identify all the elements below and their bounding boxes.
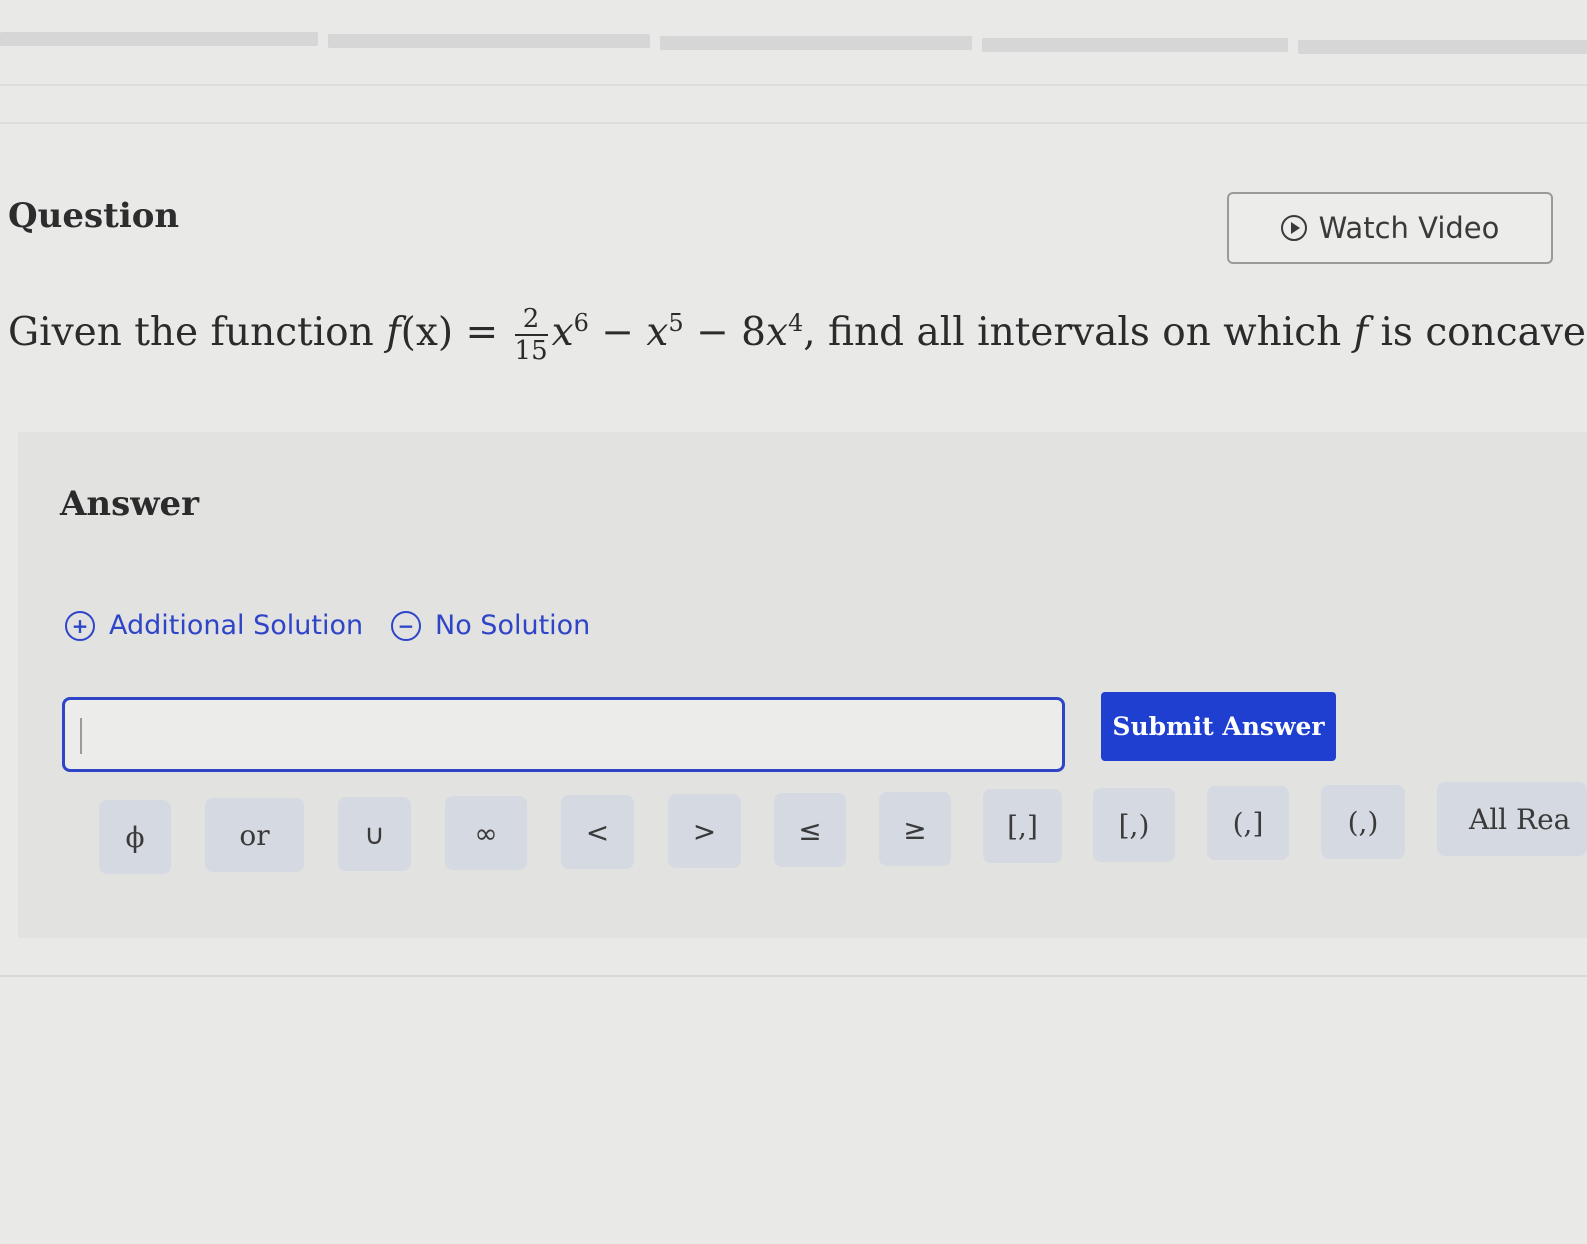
key-closed-closed[interactable]: [,] <box>983 789 1062 863</box>
watch-video-label: Watch Video <box>1318 211 1500 245</box>
term1-exponent: 6 <box>573 309 589 337</box>
question-prompt: Given the function f(x) = 2 15 x6 − x5 − 8… <box>8 306 1587 364</box>
plus-circle-icon: + <box>65 610 95 641</box>
key-open-open[interactable]: (,) <box>1321 785 1405 859</box>
term1-base: x <box>551 310 574 355</box>
question-title: Question <box>8 196 180 236</box>
key-union[interactable]: ∪ <box>338 797 411 871</box>
term3-lead: − 8 <box>683 310 766 355</box>
additional-solution-label: Additional Solution <box>109 610 364 641</box>
text-caret <box>80 718 82 754</box>
submit-answer-button[interactable]: Submit Answer <box>1101 692 1336 761</box>
no-solution-button[interactable]: − No Solution <box>391 610 590 641</box>
prompt-end: is concave u <box>1380 310 1587 355</box>
coefficient-fraction: 2 15 <box>514 306 548 366</box>
key-greater-equal[interactable]: ≥ <box>879 792 951 866</box>
progress-segment <box>982 38 1288 52</box>
term3-base: x <box>765 310 788 355</box>
key-less-equal[interactable]: ≤ <box>774 793 846 867</box>
prompt-tail: , find all intervals on which <box>803 310 1354 355</box>
function-arg: (x) = <box>400 310 511 355</box>
fraction-denominator: 15 <box>514 336 548 366</box>
no-solution-label: No Solution <box>435 610 591 641</box>
term2-base: x <box>646 310 669 355</box>
key-open-closed[interactable]: (,] <box>1207 786 1289 860</box>
key-closed-open[interactable]: [,) <box>1093 788 1175 862</box>
fraction-numerator: 2 <box>514 306 548 336</box>
answer-input[interactable] <box>62 697 1065 772</box>
divider <box>0 84 1587 86</box>
progress-segment <box>1298 40 1587 54</box>
term2-lead: − <box>588 310 647 355</box>
divider <box>0 975 1587 977</box>
top-progress-strips <box>0 30 1587 54</box>
key-less-than[interactable]: < <box>561 795 634 869</box>
term3-exponent: 4 <box>787 309 804 337</box>
prompt-function-name: f <box>1353 310 1369 355</box>
progress-segment <box>0 32 318 46</box>
term2-exponent: 5 <box>668 309 684 337</box>
watch-video-button[interactable]: Watch Video <box>1227 192 1553 264</box>
answer-label: Answer <box>60 484 200 524</box>
key-infinity[interactable]: ∞ <box>445 796 527 870</box>
additional-solution-button[interactable]: + Additional Solution <box>65 610 363 641</box>
progress-segment <box>328 34 650 48</box>
progress-segment <box>660 36 972 50</box>
play-circle-icon <box>1280 215 1307 241</box>
function-name: f <box>386 310 401 355</box>
key-all-reals[interactable]: All Rea <box>1437 782 1587 856</box>
key-greater-than[interactable]: > <box>668 794 741 868</box>
key-empty-set[interactable]: ϕ <box>99 800 171 874</box>
minus-circle-icon: − <box>391 610 421 641</box>
divider <box>0 122 1587 124</box>
key-or[interactable]: or <box>205 798 304 872</box>
prompt-lead: Given the function <box>8 310 387 355</box>
